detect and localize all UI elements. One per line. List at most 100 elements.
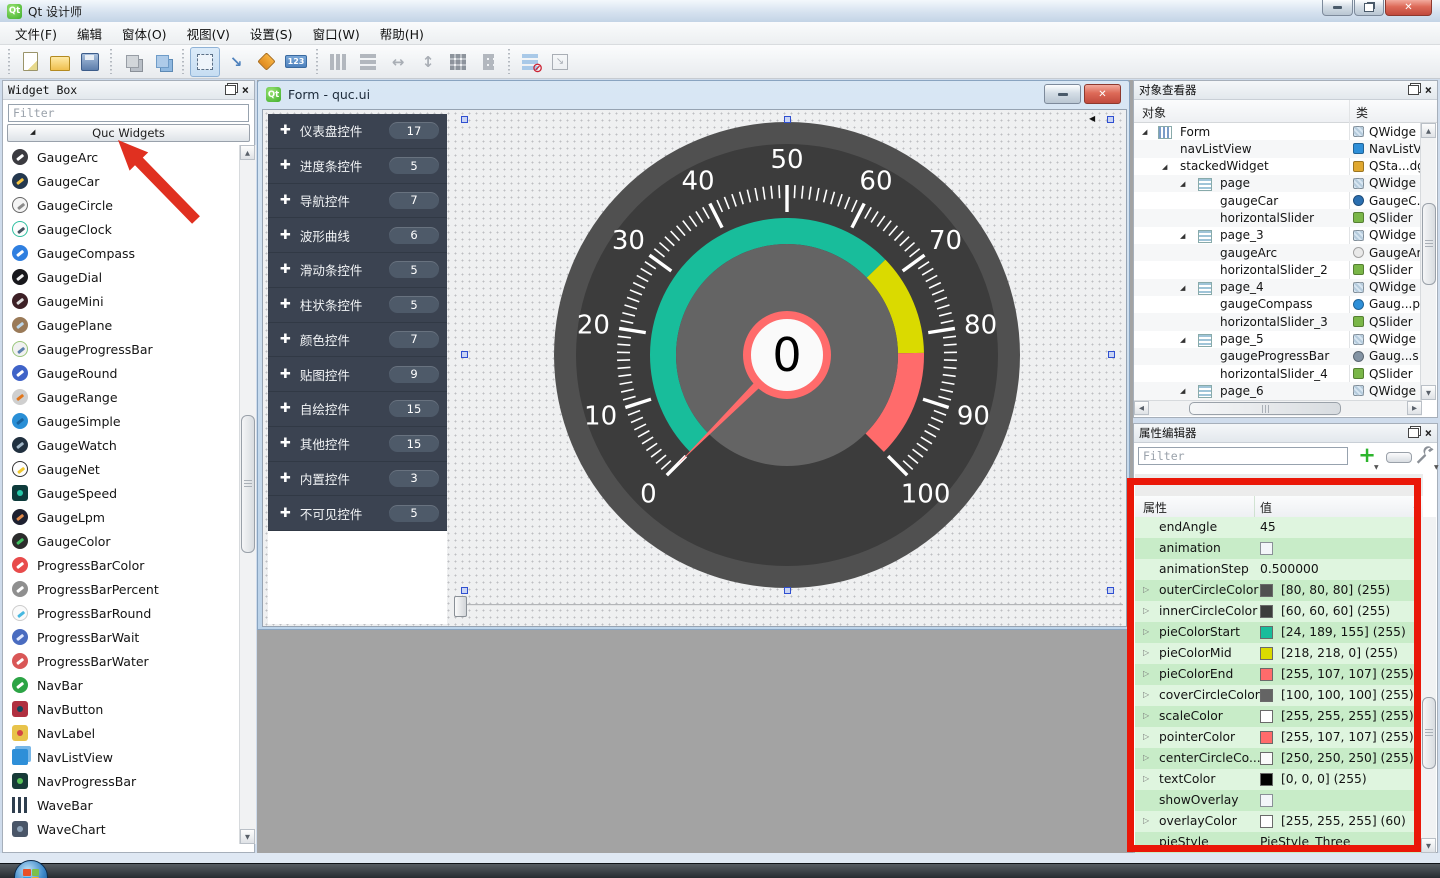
tile-windows-icon[interactable] — [148, 48, 176, 76]
scroll-down-icon[interactable]: ▼ — [240, 829, 255, 844]
property-row-scaleColor[interactable]: ▷scaleColor[255, 255, 255] (255) — [1135, 706, 1423, 727]
nav-list-view[interactable]: ✚仪表盘控件17✚进度条控件5✚导航控件7✚波形曲线6✚滑动条控件5✚柱状条控件… — [268, 114, 447, 531]
horizontal-slider-groove[interactable] — [464, 604, 1123, 606]
taskbar[interactable] — [0, 863, 1440, 878]
widget-box-item-GaugeProgressBar[interactable]: GaugeProgressBar — [3, 337, 239, 361]
nav-item-内置控件[interactable]: ✚内置控件3 — [268, 462, 447, 497]
edit-buddies-icon[interactable] — [252, 48, 280, 76]
widget-box-item-NavButton[interactable]: NavButton — [3, 697, 239, 721]
form-title-bar[interactable]: Qt Form - quc.ui — [258, 81, 1129, 108]
menu-item-窗体(O)[interactable]: 窗体(O) — [112, 22, 177, 45]
new-file-icon[interactable] — [16, 48, 44, 76]
widget-box-item-WaveChart[interactable]: WaveChart — [3, 817, 239, 841]
tree-expand-icon[interactable]: ◢ — [1180, 284, 1185, 292]
menu-item-帮助(H)[interactable]: 帮助(H) — [370, 22, 434, 45]
widget-box-item-NavListView[interactable]: NavListView — [3, 745, 239, 769]
property-row-coverCircleColor[interactable]: ▷coverCircleColor[100, 100, 100] (255) — [1135, 685, 1423, 706]
widget-box-item-GaugeCompass[interactable]: GaugeCompass — [3, 241, 239, 265]
horizontal-slider-handle[interactable] — [454, 596, 467, 617]
scrollbar-thumb[interactable] — [241, 415, 255, 553]
remove-property-button[interactable] — [1386, 452, 1412, 463]
tree-expand-icon[interactable]: ◢ — [1180, 180, 1185, 188]
layout-horizontal-icon[interactable] — [324, 48, 352, 76]
property-editor-vscrollbar[interactable]: ▼ — [1420, 517, 1436, 853]
widget-box-item-GaugeRound[interactable]: GaugeRound — [3, 361, 239, 385]
expand-icon[interactable]: ▷ — [1143, 732, 1149, 741]
property-filter-input[interactable] — [1138, 447, 1348, 465]
nav-item-柱状条控件[interactable]: ✚柱状条控件5 — [268, 288, 447, 323]
widget-box-item-GaugeMini[interactable]: GaugeMini — [3, 289, 239, 313]
object-tree-row-horizontalSlider[interactable]: horizontalSliderQSlider — [1134, 209, 1422, 226]
menu-item-设置(S)[interactable]: 设置(S) — [240, 22, 303, 45]
widget-box-scrollbar[interactable]: ▲ ▼ — [239, 145, 256, 844]
property-row-pointerColor[interactable]: ▷pointerColor[255, 107, 107] (255) — [1135, 727, 1423, 748]
widget-box-item-NavLabel[interactable]: NavLabel — [3, 721, 239, 745]
widget-box-item-WaveBar[interactable]: WaveBar — [3, 793, 239, 817]
layout-grid-icon[interactable] — [444, 48, 472, 76]
widget-box-filter-input[interactable] — [8, 104, 249, 122]
object-inspector-header[interactable]: 对象查看器 × — [1134, 81, 1437, 100]
minimize-button[interactable] — [1322, 0, 1353, 16]
nav-item-导航控件[interactable]: ✚导航控件7 — [268, 184, 447, 219]
property-row-showOverlay[interactable]: showOverlay — [1135, 790, 1423, 811]
widget-box-item-GaugeArc[interactable]: GaugeArc — [3, 145, 239, 169]
edit-tab-order-icon[interactable]: 123 — [282, 48, 310, 76]
menu-item-视图(V)[interactable]: 视图(V) — [177, 22, 240, 45]
expand-icon[interactable]: ▷ — [1143, 690, 1149, 699]
scrollbar-thumb[interactable] — [1422, 203, 1436, 285]
open-file-icon[interactable] — [46, 48, 74, 76]
expand-icon[interactable]: ▷ — [1143, 648, 1149, 657]
expand-icon[interactable]: ▷ — [1143, 816, 1149, 825]
object-tree-row-page_3[interactable]: ◢page_3QWidge — [1134, 227, 1422, 244]
nav-item-自绘控件[interactable]: ✚自绘控件15 — [268, 392, 447, 427]
object-tree-row-navListView[interactable]: navListViewNavListV — [1134, 140, 1422, 157]
title-bar[interactable]: Qt Qt 设计师 ✕ — [0, 0, 1440, 23]
nav-item-其他控件[interactable]: ✚其他控件15 — [268, 427, 447, 462]
property-row-centerCircleCo...[interactable]: ▷centerCircleCo...[250, 250, 250] (255) — [1135, 748, 1423, 769]
expand-icon[interactable]: ▷ — [1143, 669, 1149, 678]
scroll-down-icon[interactable]: ▼ — [1421, 838, 1436, 853]
widget-box-item-GaugeCircle[interactable]: GaugeCircle — [3, 193, 239, 217]
property-checkbox[interactable] — [1260, 542, 1273, 555]
nav-item-颜色控件[interactable]: ✚颜色控件7 — [268, 323, 447, 358]
scroll-up-icon[interactable]: ▲ — [240, 145, 255, 160]
property-row-pieStyle[interactable]: pieStylePieStyle_Three — [1135, 832, 1423, 853]
property-row-outerCircleColor[interactable]: ▷outerCircleColor[80, 80, 80] (255) — [1135, 580, 1423, 601]
property-row-pieColorEnd[interactable]: ▷pieColorEnd[255, 107, 107] (255) — [1135, 664, 1423, 685]
expand-icon[interactable]: ▷ — [1143, 753, 1149, 762]
object-tree-row-gaugeCompass[interactable]: gaugeCompassGaug...p — [1134, 296, 1422, 313]
widget-box-item-GaugeSimple[interactable]: GaugeSimple — [3, 409, 239, 433]
widget-box-item-GaugeRange[interactable]: GaugeRange — [3, 385, 239, 409]
selection-handle[interactable] — [1107, 116, 1114, 123]
nav-item-不可见控件[interactable]: ✚不可见控件5 — [268, 496, 447, 531]
object-tree-row-page_5[interactable]: ◢page_5QWidge — [1134, 331, 1422, 348]
expand-icon[interactable]: ▷ — [1143, 606, 1149, 615]
close-button[interactable]: ✕ — [1385, 0, 1432, 16]
menu-item-窗口(W)[interactable]: 窗口(W) — [303, 22, 370, 45]
layout-split-vertical-icon[interactable]: ↕ — [414, 48, 442, 76]
break-layout-icon[interactable] — [516, 48, 544, 76]
menu-item-文件(F)[interactable]: 文件(F) — [5, 22, 67, 45]
selection-handle[interactable] — [784, 587, 791, 594]
selection-handle[interactable] — [461, 587, 468, 594]
property-editor-header[interactable]: 属性编辑器 × — [1134, 424, 1437, 443]
widget-box-item-GaugeSpeed[interactable]: GaugeSpeed — [3, 481, 239, 505]
tree-expand-icon[interactable]: ◢ — [1142, 128, 1147, 136]
widget-box-item-GaugeNet[interactable]: GaugeNet — [3, 457, 239, 481]
save-file-icon[interactable] — [76, 48, 104, 76]
widget-category-header[interactable]: ◢ Quc Widgets — [7, 124, 250, 142]
widget-box-header[interactable]: Widget Box × — [3, 81, 254, 100]
selection-handle[interactable] — [784, 116, 791, 123]
scroll-up-icon[interactable]: ▲ — [1421, 123, 1436, 138]
object-tree-row-horizontalSlider_2[interactable]: horizontalSlider_2QSlider — [1134, 261, 1422, 278]
widget-box-item-ProgressBarWater[interactable]: ProgressBarWater — [3, 649, 239, 673]
gauge-arc-widget[interactable]: 01020304050607080901000 — [554, 122, 1020, 588]
widget-box-item-GaugeColor[interactable]: GaugeColor — [3, 529, 239, 553]
object-inspector-vscrollbar[interactable]: ▲ ▼ — [1420, 123, 1436, 400]
object-tree-row-gaugeArc[interactable]: gaugeArcGaugeAr — [1134, 244, 1422, 261]
widget-box-item-NavProgressBar[interactable]: NavProgressBar — [3, 769, 239, 793]
expand-icon[interactable]: ▷ — [1143, 585, 1149, 594]
form-canvas[interactable]: ✚仪表盘控件17✚进度条控件5✚导航控件7✚波形曲线6✚滑动条控件5✚柱状条控件… — [262, 109, 1127, 627]
scrollbar-thumb[interactable] — [1189, 402, 1341, 415]
widget-box-item-ProgressBarPercent[interactable]: ProgressBarPercent — [3, 577, 239, 601]
